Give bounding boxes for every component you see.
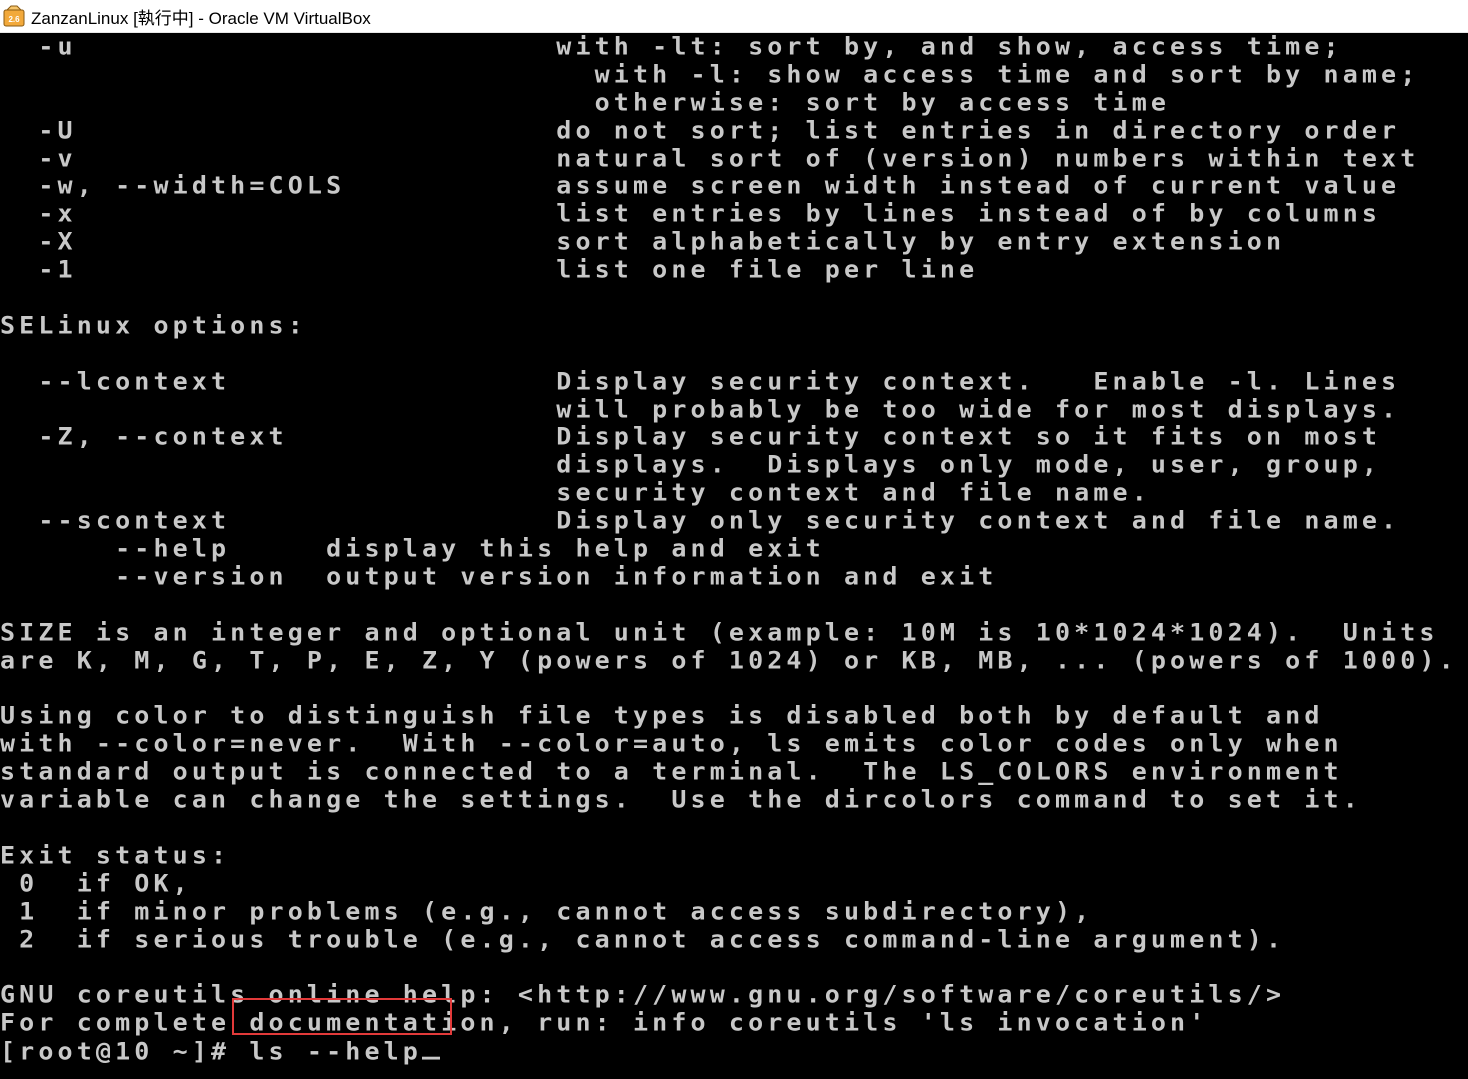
- terminal-line: otherwise: sort by access time: [0, 88, 1171, 117]
- window-titlebar[interactable]: 2.6 ZanzanLinux [執行中] - Oracle VM Virtua…: [0, 0, 1468, 33]
- terminal-line: -1 list one file per line: [0, 255, 979, 284]
- terminal-line: -X sort alphabetically by entry extensio…: [0, 227, 1286, 256]
- virtualbox-icon: 2.6: [3, 5, 25, 27]
- terminal-line: -U do not sort; list entries in director…: [0, 116, 1401, 144]
- terminal-line: -Z, --context Display security context s…: [0, 423, 1382, 451]
- terminal-line: SIZE is an integer and optional unit (ex…: [0, 618, 1439, 647]
- terminal-line: 1 if minor problems (e.g., cannot access…: [0, 897, 1094, 925]
- svg-text:2.6: 2.6: [8, 15, 20, 24]
- terminal-line: 2 if serious trouble (e.g., cannot acces…: [0, 925, 1286, 953]
- terminal-line: Using color to distinguish file types is…: [0, 702, 1324, 730]
- terminal-line: SELinux options:: [0, 311, 307, 340]
- terminal-line: --help display this help and exit: [0, 534, 825, 563]
- terminal-prompt-line[interactable]: [root@10 ~]# ls --help: [0, 1037, 1458, 1066]
- shell-prompt: [root@10 ~]#: [0, 1037, 250, 1066]
- terminal-screen[interactable]: -u with -lt: sort by, and show, access t…: [0, 33, 1468, 1079]
- terminal-line: --scontext Display only security context…: [0, 506, 1401, 535]
- terminal-line: displays. Displays only mode, user, grou…: [0, 451, 1382, 479]
- typed-command: ls --help: [249, 1037, 422, 1066]
- window-title: ZanzanLinux [執行中] - Oracle VM VirtualBox: [31, 8, 371, 28]
- terminal-line: 0 if OK,: [0, 869, 192, 898]
- terminal-line: GNU coreutils online help: <http://www.g…: [0, 981, 1286, 1009]
- text-cursor: [422, 1038, 440, 1060]
- terminal-line: -v natural sort of (version) numbers wit…: [0, 144, 1420, 172]
- terminal-line: will probably be too wide for most displ…: [0, 395, 1401, 423]
- terminal-line: standard output is connected to a termin…: [0, 757, 1343, 786]
- terminal-line: -u with -lt: sort by, and show, access t…: [0, 33, 1343, 61]
- terminal-line: are K, M, G, T, P, E, Z, Y (powers of 10…: [0, 646, 1458, 674]
- terminal-line: with --color=never. With --color=auto, l…: [0, 730, 1343, 758]
- terminal-output: -u with -lt: sort by, and show, access t…: [0, 33, 1458, 1065]
- terminal-line: -x list entries by lines instead of by c…: [0, 200, 1382, 228]
- terminal-line: --lcontext Display security context. Ena…: [0, 367, 1401, 395]
- command-highlight-box: [232, 998, 452, 1035]
- terminal-line: For complete documentation, run: info co…: [0, 1008, 1209, 1037]
- terminal-line: -w, --width=COLS assume screen width ins…: [0, 172, 1401, 200]
- terminal-line: security context and file name.: [0, 478, 1151, 507]
- terminal-line: with -l: show access time and sort by na…: [0, 60, 1420, 89]
- terminal-line: variable can change the settings. Use th…: [0, 785, 1362, 814]
- terminal-line: Exit status:: [0, 841, 231, 870]
- terminal-line: --version output version information and…: [0, 562, 998, 591]
